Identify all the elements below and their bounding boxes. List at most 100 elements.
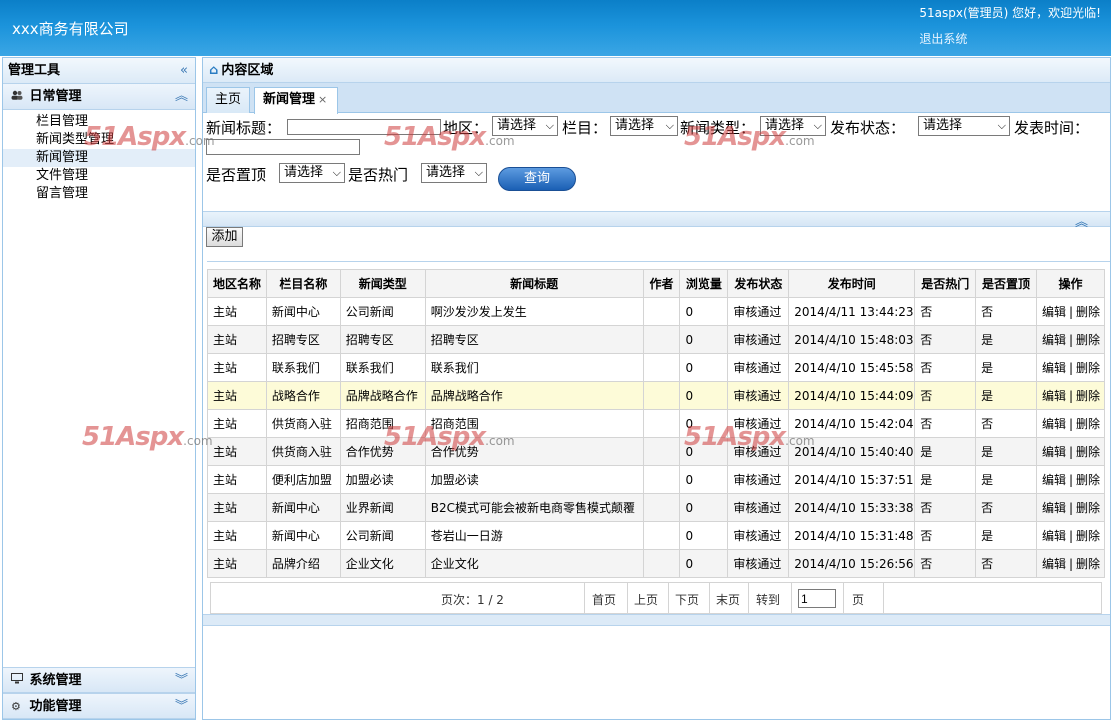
query-button[interactable]: 查询 (498, 167, 576, 191)
col-views[interactable]: 浏览量 (679, 269, 729, 298)
close-icon[interactable]: × (318, 93, 327, 106)
op-separator: | (1069, 389, 1074, 403)
table-row[interactable]: 主站 便利店加盟 加盟必读 加盟必读 0 审核通过 2014/4/10 15:37:51 是是… (207, 465, 1106, 494)
edit-link[interactable]: 编辑 (1042, 361, 1066, 375)
op-separator: | (1069, 501, 1074, 515)
sidebar-item-messages[interactable]: 留言管理 (3, 185, 195, 203)
cell-author (642, 381, 681, 410)
table-row[interactable]: 主站 供货商入驻 招商范围 招商范围 0 审核通过 2014/4/10 15:42:04 否否… (207, 409, 1106, 438)
col-type[interactable]: 新闻类型 (339, 269, 426, 298)
status-select[interactable]: 请选择 ⌵ (918, 116, 1010, 136)
company-name: xxx商务有限公司 (12, 20, 129, 38)
cell-status: 审核通过 (727, 465, 790, 494)
sidebar-item-news-type[interactable]: 新闻类型管理 (3, 131, 195, 149)
prev-page-link[interactable]: 上页 (634, 591, 658, 608)
tab-news-management[interactable]: 新闻管理 × (254, 87, 338, 114)
add-button[interactable]: 添加 (206, 227, 243, 247)
first-page-link[interactable]: 首页 (592, 591, 616, 608)
cell-status: 审核通过 (727, 549, 790, 578)
sidebar-item-files[interactable]: 文件管理 (3, 167, 195, 185)
type-label: 新闻类型： (680, 119, 756, 137)
delete-link[interactable]: 删除 (1076, 389, 1100, 403)
table-row[interactable]: 主站 联系我们 联系我们 联系我们 0 审核通过 2014/4/10 15:45:58 否是编… (207, 353, 1106, 382)
col-status[interactable]: 发布状态 (727, 269, 790, 298)
double-chevron-down-icon[interactable]: ︾ (175, 694, 188, 720)
logout-link[interactable]: 退出系统 (919, 30, 1101, 47)
hot-select[interactable]: 请选择 ⌵ (421, 163, 487, 183)
page-number-input[interactable] (798, 589, 836, 608)
edit-link[interactable]: 编辑 (1042, 557, 1066, 571)
sidebar-group-daily[interactable]: 日常管理 ︽ (3, 84, 195, 110)
delete-link[interactable]: 删除 (1076, 305, 1100, 319)
table-row[interactable]: 主站 供货商入驻 合作优势 合作优势 0 审核通过 2014/4/10 15:40:40 是是… (207, 437, 1106, 466)
chevron-down-icon: ⌵ (545, 119, 554, 132)
edit-link[interactable]: 编辑 (1042, 389, 1066, 403)
cell-time: 2014/4/10 15:44:09 (788, 381, 916, 410)
last-page-link[interactable]: 末页 (716, 591, 740, 608)
cell-hot: 否 (914, 493, 977, 522)
sidebar-group-system[interactable]: 系统管理 ︾ (3, 667, 195, 693)
table-row[interactable]: 主站 新闻中心 公司新闻 苍岩山一日游 0 审核通过 2014/4/10 15:31:48 否… (207, 521, 1106, 550)
delete-link[interactable]: 删除 (1076, 417, 1100, 431)
cell-column: 便利店加盟 (265, 465, 341, 494)
news-grid: 地区名称 栏目名称 新闻类型 新闻标题 作者 浏览量 发布状态 发布时间 是否热… (207, 261, 1110, 614)
search-form: 新闻标题： 地区： 请选择 ⌵ 栏目： 请选择 ⌵ 新闻类型： 请选择 ⌵ 发布状态：… (203, 113, 1110, 211)
top-select[interactable]: 请选择 ⌵ (279, 163, 345, 183)
cell-type: 加盟必读 (339, 465, 426, 494)
double-chevron-left-icon[interactable]: « (180, 58, 188, 84)
content-title: ⌂ 内容区域 (203, 58, 1110, 83)
col-author[interactable]: 作者 (642, 269, 681, 298)
delete-link[interactable]: 删除 (1076, 529, 1100, 543)
table-row[interactable]: 主站 新闻中心 公司新闻 啊沙发沙发上发生 0 审核通过 2014/4/11 13:44:2… (207, 297, 1106, 326)
tab-home[interactable]: 主页 (206, 87, 250, 113)
time-input[interactable] (206, 139, 360, 155)
cell-views: 0 (679, 521, 729, 550)
cell-title: 联系我们 (424, 353, 644, 382)
delete-link[interactable]: 删除 (1076, 361, 1100, 375)
col-column[interactable]: 栏目名称 (265, 269, 341, 298)
col-region[interactable]: 地区名称 (207, 269, 267, 298)
edit-link[interactable]: 编辑 (1042, 333, 1066, 347)
cell-title: 招聘专区 (424, 325, 644, 354)
edit-link[interactable]: 编辑 (1042, 473, 1066, 487)
sidebar-item-news[interactable]: 新闻管理 (3, 149, 195, 167)
op-separator: | (1069, 529, 1074, 543)
cell-top: 是 (975, 521, 1037, 550)
cell-actions: 编辑 | 删除 (1035, 521, 1106, 550)
col-title[interactable]: 新闻标题 (424, 269, 644, 298)
delete-link[interactable]: 删除 (1076, 333, 1100, 347)
sidebar-bottom-groups: 系统管理 ︾ ⚙ 功能管理 ︾ (3, 667, 195, 719)
table-row[interactable]: 主站 招聘专区 招聘专区 招聘专区 0 审核通过 2014/4/10 15:48:03 否是编… (207, 325, 1106, 354)
edit-link[interactable]: 编辑 (1042, 529, 1066, 543)
delete-link[interactable]: 删除 (1076, 557, 1100, 571)
sidebar-item-column[interactable]: 栏目管理 (3, 113, 195, 131)
pager-divider (709, 583, 710, 613)
pager-divider (843, 583, 844, 613)
cell-status: 审核通过 (727, 493, 790, 522)
table-row[interactable]: 主站 战略合作 品牌战略合作 品牌战略合作 0 审核通过 2014/4/10 15:44:0… (207, 381, 1106, 410)
sidebar-group-function[interactable]: ⚙ 功能管理 ︾ (3, 693, 195, 719)
table-row[interactable]: 主站 新闻中心 业界新闻 B2C模式可能会被新电商零售模式颠覆 0 审核通过 2014/4/… (207, 493, 1106, 522)
title-input[interactable] (287, 119, 441, 135)
cell-type: 业界新闻 (339, 493, 426, 522)
edit-link[interactable]: 编辑 (1042, 501, 1066, 515)
double-chevron-down-icon[interactable]: ︾ (175, 668, 188, 694)
col-time[interactable]: 发布时间 (788, 269, 916, 298)
news-table: 地区名称 栏目名称 新闻类型 新闻标题 作者 浏览量 发布状态 发布时间 是否热… (207, 269, 1106, 578)
type-select[interactable]: 请选择 ⌵ (760, 116, 826, 136)
col-top[interactable]: 是否置顶 (975, 269, 1037, 298)
delete-link[interactable]: 删除 (1076, 501, 1100, 515)
edit-link[interactable]: 编辑 (1042, 417, 1066, 431)
edit-link[interactable]: 编辑 (1042, 305, 1066, 319)
column-select[interactable]: 请选择 ⌵ (610, 116, 678, 136)
double-chevron-up-icon[interactable]: ︽ (175, 84, 188, 110)
table-row[interactable]: 主站 品牌介绍 企业文化 企业文化 0 审核通过 2014/4/10 15:26:56 否否编… (207, 549, 1106, 578)
next-page-link[interactable]: 下页 (675, 591, 699, 608)
cell-title: 品牌战略合作 (424, 381, 644, 410)
edit-link[interactable]: 编辑 (1042, 445, 1066, 459)
region-select[interactable]: 请选择 ⌵ (492, 116, 558, 136)
delete-link[interactable]: 删除 (1076, 445, 1100, 459)
cell-top: 否 (975, 409, 1037, 438)
delete-link[interactable]: 删除 (1076, 473, 1100, 487)
col-hot[interactable]: 是否热门 (914, 269, 977, 298)
